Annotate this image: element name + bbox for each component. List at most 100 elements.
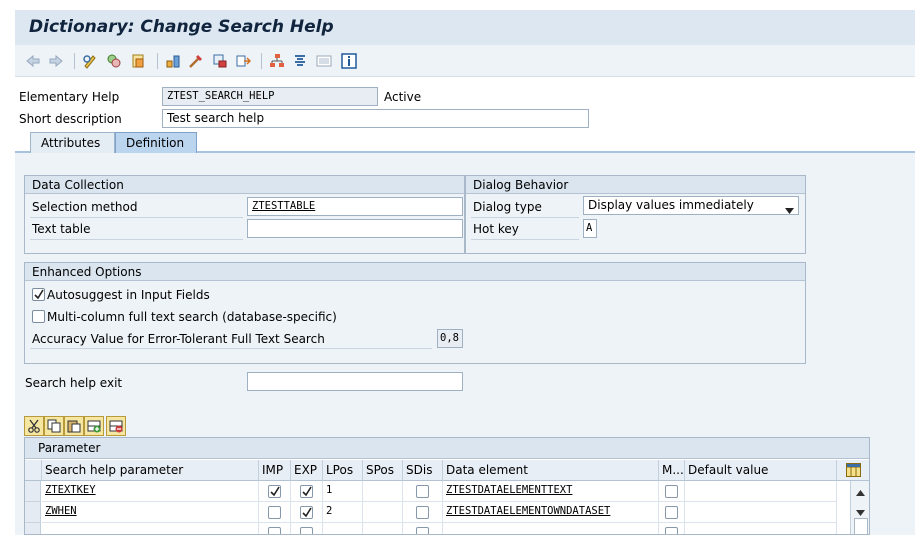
sdis-checkbox[interactable]	[416, 527, 429, 534]
column-header[interactable]: Search help parameter	[42, 460, 259, 481]
spos-cell[interactable]	[363, 523, 403, 534]
delete-row-icon[interactable]	[106, 416, 126, 436]
column-header[interactable]: SDis	[403, 460, 443, 481]
scroll-up-icon[interactable]	[856, 485, 865, 499]
column-header[interactable]: M...	[659, 460, 685, 481]
table-settings-icon[interactable]	[837, 460, 869, 481]
divider	[471, 217, 579, 218]
application-toolbar	[15, 45, 915, 77]
insert-row-icon[interactable]	[84, 416, 104, 436]
info-icon[interactable]	[340, 52, 358, 70]
imp-checkbox[interactable]	[268, 506, 281, 519]
search-help-exit-field[interactable]	[247, 372, 463, 391]
search-help-name-field[interactable]: ZTEST_SEARCH_HELP	[162, 87, 378, 106]
lpos-cell[interactable]: 2	[323, 502, 363, 523]
chevron-down-icon[interactable]	[785, 203, 794, 214]
object-list-icon[interactable]	[234, 52, 252, 70]
dialog-type-label: Dialog type	[473, 200, 542, 214]
sdis-cell	[403, 502, 443, 523]
forward-arrow-icon[interactable]	[47, 52, 65, 70]
data-element-cell[interactable]: ZTESTDATAELEMENTOWNDATASET	[443, 502, 659, 523]
parameter-table-caption: Parameter	[25, 438, 869, 459]
m-cell	[659, 523, 685, 534]
hot-key-label: Hot key	[473, 222, 519, 236]
table-scrollbar[interactable]	[850, 481, 869, 534]
data-element-cell[interactable]	[443, 523, 659, 534]
activate-icon[interactable]	[129, 52, 147, 70]
accuracy-label: Accuracy Value for Error-Tolerant Full T…	[32, 332, 325, 346]
parameter-table: Parameter Search help parameter IMP EXP …	[24, 437, 870, 535]
status-text: Active	[384, 90, 422, 104]
autosuggest-label: Autosuggest in Input Fields	[47, 288, 210, 302]
tab-definition[interactable]: Definition	[115, 132, 197, 153]
divider	[30, 217, 243, 218]
exp-checkbox[interactable]	[300, 527, 313, 534]
default-value-cell[interactable]	[685, 502, 837, 523]
sdis-cell	[403, 481, 443, 502]
row-selector[interactable]	[25, 481, 41, 502]
hierarchy-icon[interactable]	[291, 52, 309, 70]
cut-icon[interactable]	[24, 416, 44, 436]
data-element-cell[interactable]: ZTESTDATAELEMENTTEXT	[443, 481, 659, 502]
tab-attributes[interactable]: Attributes	[30, 132, 115, 153]
copy-icon[interactable]	[44, 416, 64, 436]
default-value-cell[interactable]	[685, 481, 837, 502]
column-header[interactable]: Data element	[443, 460, 659, 481]
table-cell-parameter[interactable]	[42, 523, 259, 534]
enhanced-options-title: Enhanced Options	[25, 263, 805, 281]
sdis-checkbox[interactable]	[416, 485, 429, 498]
short-description-label: Short description	[19, 112, 122, 126]
divider	[471, 239, 579, 240]
table-cell-parameter[interactable]: ZTEXTKEY	[42, 481, 259, 502]
spos-cell[interactable]	[363, 481, 403, 502]
column-header[interactable]: Default value	[685, 460, 837, 481]
check-icon[interactable]	[164, 52, 182, 70]
imp-checkbox[interactable]	[268, 485, 281, 498]
lpos-cell[interactable]: 1	[323, 481, 363, 502]
exp-checkbox[interactable]	[300, 506, 313, 519]
other-object-icon[interactable]	[105, 52, 123, 70]
m-checkbox[interactable]	[665, 485, 678, 498]
table-cell-parameter[interactable]: ZWHEN	[42, 502, 259, 523]
column-header[interactable]: LPos	[323, 460, 363, 481]
back-arrow-icon[interactable]	[24, 52, 42, 70]
row-selector-header[interactable]	[25, 460, 42, 481]
imp-cell	[259, 502, 291, 523]
sdis-checkbox[interactable]	[416, 506, 429, 519]
where-used-icon[interactable]	[211, 52, 229, 70]
default-value-cell[interactable]	[685, 523, 837, 534]
m-cell	[659, 481, 685, 502]
selection-method-field[interactable]: ZTESTTABLE	[247, 197, 463, 216]
short-description-field[interactable]: Test search help	[162, 109, 589, 128]
m-checkbox[interactable]	[665, 527, 678, 534]
accuracy-field[interactable]: 0,8	[437, 329, 463, 348]
text-table-label: Text table	[32, 222, 91, 236]
m-cell	[659, 502, 685, 523]
text-table-field[interactable]	[247, 219, 463, 238]
scroll-down-icon[interactable]	[856, 505, 865, 519]
test-icon[interactable]	[187, 52, 205, 70]
m-checkbox[interactable]	[665, 506, 678, 519]
scroll-thumb[interactable]	[854, 518, 868, 534]
autosuggest-checkbox[interactable]	[32, 288, 45, 301]
imp-checkbox[interactable]	[268, 527, 281, 534]
exp-checkbox[interactable]	[300, 485, 313, 498]
navigate-icon[interactable]	[268, 52, 286, 70]
spos-cell[interactable]	[363, 502, 403, 523]
row-selector[interactable]	[25, 523, 41, 534]
column-header[interactable]: EXP	[291, 460, 323, 481]
column-header[interactable]: IMP	[259, 460, 291, 481]
row-selector[interactable]	[25, 502, 41, 523]
lpos-cell[interactable]	[323, 523, 363, 534]
dialog-type-dropdown[interactable]: Display values immediately	[583, 196, 799, 215]
documentation-icon[interactable]	[315, 52, 333, 70]
toolbar-separator	[74, 53, 75, 69]
help-type-label: Elementary Help	[19, 90, 120, 104]
hot-key-field[interactable]: A	[583, 219, 597, 238]
checkmark-icon	[302, 507, 312, 518]
paste-icon[interactable]	[64, 416, 84, 436]
multicolumn-checkbox[interactable]	[32, 310, 45, 323]
display-change-icon[interactable]	[81, 52, 99, 70]
imp-cell	[259, 481, 291, 502]
column-header[interactable]: SPos	[363, 460, 403, 481]
